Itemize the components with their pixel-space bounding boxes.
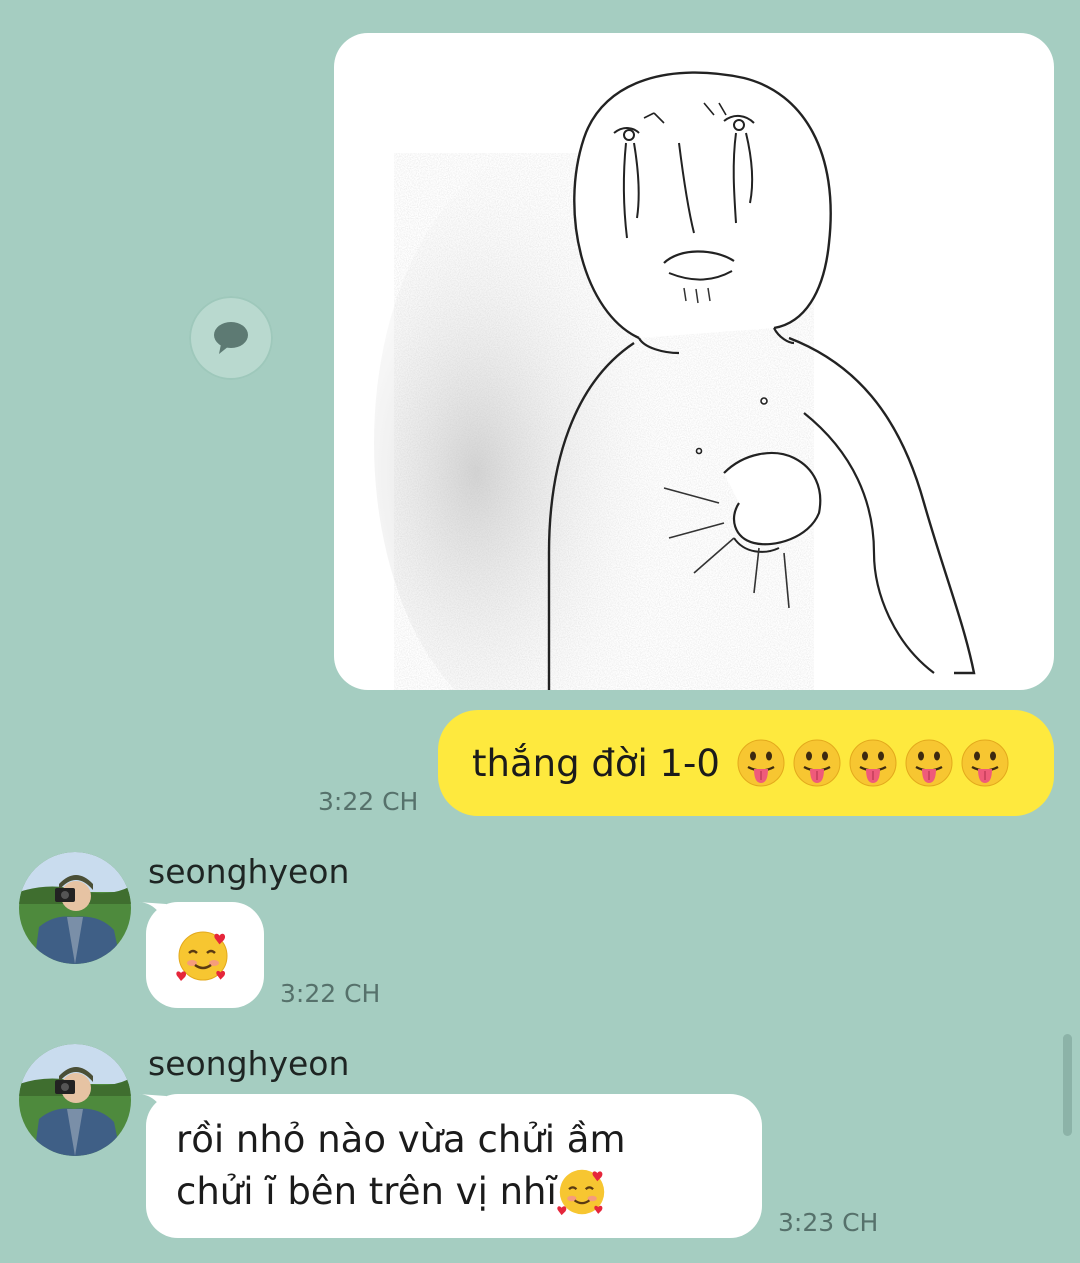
face-with-tongue-emoji	[849, 739, 897, 787]
smiling-face-with-hearts-emoji	[176, 931, 228, 981]
message-text-line-wrap: chửi ĩ bên trên vị nhĩ	[176, 1166, 607, 1218]
sender-name: seonghyeon	[148, 852, 350, 891]
face-with-tongue-emoji	[737, 739, 785, 787]
message-text: thắng đời 1-0	[472, 741, 720, 785]
outgoing-image-message[interactable]	[334, 33, 1054, 690]
crying-meme-drawing	[374, 71, 976, 690]
smiling-face-with-hearts-emoji	[557, 1169, 605, 1216]
outgoing-text-bubble[interactable]: thắng đời 1-0	[438, 710, 1054, 816]
face-with-tongue-emoji	[793, 739, 841, 787]
avatar[interactable]	[19, 852, 131, 964]
user-photo	[19, 852, 131, 964]
avatar[interactable]	[19, 1044, 131, 1156]
face-with-tongue-emoji	[905, 739, 953, 787]
face-with-tongue-emoji	[961, 739, 1009, 787]
share-button[interactable]	[189, 296, 273, 380]
message-timestamp: 3:22 CH	[280, 979, 381, 1008]
message-text-line: rồi nhỏ nào vừa chửi ầm	[176, 1118, 626, 1161]
speech-bubble-icon	[214, 322, 248, 354]
incoming-text-bubble[interactable]: rồi nhỏ nào vừa chửi ầm chửi ĩ bên trên …	[146, 1094, 762, 1238]
emoji-group	[736, 738, 1010, 788]
message-timestamp: 3:22 CH	[318, 787, 419, 816]
user-photo	[19, 1044, 131, 1156]
message-timestamp: 3:23 CH	[778, 1208, 879, 1237]
incoming-emoji-bubble[interactable]	[146, 902, 264, 1008]
sender-name: seonghyeon	[148, 1044, 350, 1083]
scrollbar[interactable]	[1063, 1034, 1072, 1136]
message-text-line: chửi ĩ bên trên vị nhĩ	[176, 1170, 557, 1213]
